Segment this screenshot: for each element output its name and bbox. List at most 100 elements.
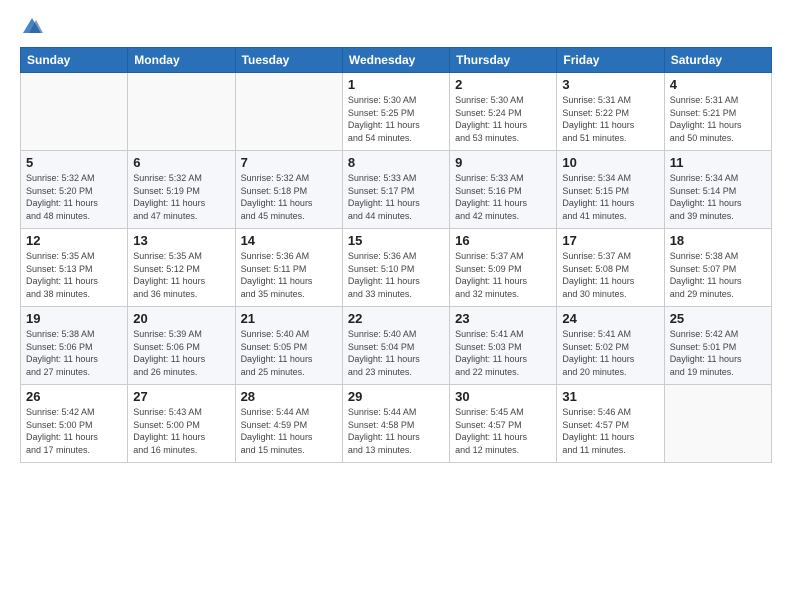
day-info: Sunrise: 5:44 AM Sunset: 4:59 PM Dayligh… bbox=[241, 406, 337, 456]
calendar-cell bbox=[235, 73, 342, 151]
calendar-body: 1Sunrise: 5:30 AM Sunset: 5:25 PM Daylig… bbox=[21, 73, 772, 463]
day-info: Sunrise: 5:35 AM Sunset: 5:13 PM Dayligh… bbox=[26, 250, 122, 300]
day-number: 2 bbox=[455, 77, 551, 92]
day-number: 31 bbox=[562, 389, 658, 404]
day-info: Sunrise: 5:33 AM Sunset: 5:16 PM Dayligh… bbox=[455, 172, 551, 222]
day-number: 15 bbox=[348, 233, 444, 248]
day-number: 13 bbox=[133, 233, 229, 248]
day-info: Sunrise: 5:41 AM Sunset: 5:02 PM Dayligh… bbox=[562, 328, 658, 378]
calendar-week-2: 12 Sunrise: 5:35 AM Sunset: 5:13 PM Dayli… bbox=[21, 229, 772, 307]
day-info: Sunrise: 5:31 AM Sunset: 5:21 PM Dayligh… bbox=[670, 94, 766, 144]
calendar-cell: 27 Sunrise: 5:43 AM Sunset: 5:00 PM Dayli… bbox=[128, 385, 235, 463]
day-info: Sunrise: 5:40 AM Sunset: 5:05 PM Dayligh… bbox=[241, 328, 337, 378]
day-header-sunday: Sunday bbox=[21, 48, 128, 73]
calendar-cell: 2 Sunrise: 5:30 AM Sunset: 5:24 PM Daylig… bbox=[450, 73, 557, 151]
day-number: 21 bbox=[241, 311, 337, 326]
calendar-cell: 9Sunrise: 5:33 AM Sunset: 5:16 PM Daylig… bbox=[450, 151, 557, 229]
day-number: 8 bbox=[348, 155, 444, 170]
day-number: 18 bbox=[670, 233, 766, 248]
calendar-cell: 6Sunrise: 5:32 AM Sunset: 5:19 PM Daylig… bbox=[128, 151, 235, 229]
day-info: Sunrise: 5:36 AM Sunset: 5:11 PM Dayligh… bbox=[241, 250, 337, 300]
day-number: 4 bbox=[670, 77, 766, 92]
calendar-cell: 19Sunrise: 5:38 AM Sunset: 5:06 PM Dayli… bbox=[21, 307, 128, 385]
day-number: 12 bbox=[26, 233, 122, 248]
calendar-cell: 25 Sunrise: 5:42 AM Sunset: 5:01 PM Dayli… bbox=[664, 307, 771, 385]
day-header-thursday: Thursday bbox=[450, 48, 557, 73]
day-number: 10 bbox=[562, 155, 658, 170]
calendar-cell: 21 Sunrise: 5:40 AM Sunset: 5:05 PM Dayli… bbox=[235, 307, 342, 385]
day-info: Sunrise: 5:33 AM Sunset: 5:17 PM Dayligh… bbox=[348, 172, 444, 222]
days-header-row: SundayMondayTuesdayWednesdayThursdayFrid… bbox=[21, 48, 772, 73]
day-number: 24 bbox=[562, 311, 658, 326]
calendar-cell: 8 Sunrise: 5:33 AM Sunset: 5:17 PM Daylig… bbox=[342, 151, 449, 229]
day-number: 7 bbox=[241, 155, 337, 170]
day-info: Sunrise: 5:42 AM Sunset: 5:00 PM Dayligh… bbox=[26, 406, 122, 456]
calendar-cell: 30 Sunrise: 5:45 AM Sunset: 4:57 PM Dayli… bbox=[450, 385, 557, 463]
calendar-cell: 23 Sunrise: 5:41 AM Sunset: 5:03 PM Dayli… bbox=[450, 307, 557, 385]
calendar-cell: 4 Sunrise: 5:31 AM Sunset: 5:21 PM Daylig… bbox=[664, 73, 771, 151]
header bbox=[20, 15, 772, 37]
day-info: Sunrise: 5:43 AM Sunset: 5:00 PM Dayligh… bbox=[133, 406, 229, 456]
calendar-cell: 28Sunrise: 5:44 AM Sunset: 4:59 PM Dayli… bbox=[235, 385, 342, 463]
day-info: Sunrise: 5:35 AM Sunset: 5:12 PM Dayligh… bbox=[133, 250, 229, 300]
day-header-wednesday: Wednesday bbox=[342, 48, 449, 73]
day-number: 3 bbox=[562, 77, 658, 92]
calendar-cell: 17Sunrise: 5:37 AM Sunset: 5:08 PM Dayli… bbox=[557, 229, 664, 307]
calendar-cell: 16 Sunrise: 5:37 AM Sunset: 5:09 PM Dayli… bbox=[450, 229, 557, 307]
day-number: 25 bbox=[670, 311, 766, 326]
day-info: Sunrise: 5:31 AM Sunset: 5:22 PM Dayligh… bbox=[562, 94, 658, 144]
day-number: 20 bbox=[133, 311, 229, 326]
day-info: Sunrise: 5:42 AM Sunset: 5:01 PM Dayligh… bbox=[670, 328, 766, 378]
day-info: Sunrise: 5:37 AM Sunset: 5:09 PM Dayligh… bbox=[455, 250, 551, 300]
day-info: Sunrise: 5:34 AM Sunset: 5:15 PM Dayligh… bbox=[562, 172, 658, 222]
day-number: 16 bbox=[455, 233, 551, 248]
day-number: 1 bbox=[348, 77, 444, 92]
calendar-cell: 3 Sunrise: 5:31 AM Sunset: 5:22 PM Daylig… bbox=[557, 73, 664, 151]
day-number: 30 bbox=[455, 389, 551, 404]
day-info: Sunrise: 5:30 AM Sunset: 5:24 PM Dayligh… bbox=[455, 94, 551, 144]
logo-icon bbox=[21, 15, 43, 37]
day-number: 27 bbox=[133, 389, 229, 404]
day-number: 11 bbox=[670, 155, 766, 170]
day-info: Sunrise: 5:38 AM Sunset: 5:06 PM Dayligh… bbox=[26, 328, 122, 378]
calendar-cell: 1Sunrise: 5:30 AM Sunset: 5:25 PM Daylig… bbox=[342, 73, 449, 151]
day-header-saturday: Saturday bbox=[664, 48, 771, 73]
calendar-cell bbox=[128, 73, 235, 151]
day-header-friday: Friday bbox=[557, 48, 664, 73]
calendar-table: SundayMondayTuesdayWednesdayThursdayFrid… bbox=[20, 47, 772, 463]
day-info: Sunrise: 5:44 AM Sunset: 4:58 PM Dayligh… bbox=[348, 406, 444, 456]
day-number: 17 bbox=[562, 233, 658, 248]
day-info: Sunrise: 5:32 AM Sunset: 5:20 PM Dayligh… bbox=[26, 172, 122, 222]
day-info: Sunrise: 5:40 AM Sunset: 5:04 PM Dayligh… bbox=[348, 328, 444, 378]
calendar-cell: 18 Sunrise: 5:38 AM Sunset: 5:07 PM Dayli… bbox=[664, 229, 771, 307]
calendar-cell: 11 Sunrise: 5:34 AM Sunset: 5:14 PM Dayli… bbox=[664, 151, 771, 229]
day-number: 6 bbox=[133, 155, 229, 170]
calendar-cell: 22Sunrise: 5:40 AM Sunset: 5:04 PM Dayli… bbox=[342, 307, 449, 385]
day-info: Sunrise: 5:36 AM Sunset: 5:10 PM Dayligh… bbox=[348, 250, 444, 300]
calendar-cell: 15 Sunrise: 5:36 AM Sunset: 5:10 PM Dayli… bbox=[342, 229, 449, 307]
calendar-week-3: 19Sunrise: 5:38 AM Sunset: 5:06 PM Dayli… bbox=[21, 307, 772, 385]
day-info: Sunrise: 5:45 AM Sunset: 4:57 PM Dayligh… bbox=[455, 406, 551, 456]
calendar-cell: 13 Sunrise: 5:35 AM Sunset: 5:12 PM Dayli… bbox=[128, 229, 235, 307]
day-number: 29 bbox=[348, 389, 444, 404]
day-number: 23 bbox=[455, 311, 551, 326]
calendar-cell: 31Sunrise: 5:46 AM Sunset: 4:57 PM Dayli… bbox=[557, 385, 664, 463]
day-info: Sunrise: 5:34 AM Sunset: 5:14 PM Dayligh… bbox=[670, 172, 766, 222]
calendar-cell: 29 Sunrise: 5:44 AM Sunset: 4:58 PM Dayli… bbox=[342, 385, 449, 463]
calendar-cell: 24 Sunrise: 5:41 AM Sunset: 5:02 PM Dayli… bbox=[557, 307, 664, 385]
day-info: Sunrise: 5:38 AM Sunset: 5:07 PM Dayligh… bbox=[670, 250, 766, 300]
calendar-cell: 14Sunrise: 5:36 AM Sunset: 5:11 PM Dayli… bbox=[235, 229, 342, 307]
calendar-cell: 12 Sunrise: 5:35 AM Sunset: 5:13 PM Dayli… bbox=[21, 229, 128, 307]
day-info: Sunrise: 5:41 AM Sunset: 5:03 PM Dayligh… bbox=[455, 328, 551, 378]
calendar-week-1: 5Sunrise: 5:32 AM Sunset: 5:20 PM Daylig… bbox=[21, 151, 772, 229]
calendar-cell: 10 Sunrise: 5:34 AM Sunset: 5:15 PM Dayli… bbox=[557, 151, 664, 229]
day-header-tuesday: Tuesday bbox=[235, 48, 342, 73]
day-number: 26 bbox=[26, 389, 122, 404]
calendar-week-4: 26 Sunrise: 5:42 AM Sunset: 5:00 PM Dayli… bbox=[21, 385, 772, 463]
calendar-cell: 7 Sunrise: 5:32 AM Sunset: 5:18 PM Daylig… bbox=[235, 151, 342, 229]
calendar-cell: 26 Sunrise: 5:42 AM Sunset: 5:00 PM Dayli… bbox=[21, 385, 128, 463]
day-info: Sunrise: 5:32 AM Sunset: 5:18 PM Dayligh… bbox=[241, 172, 337, 222]
calendar-cell bbox=[21, 73, 128, 151]
page-container: SundayMondayTuesdayWednesdayThursdayFrid… bbox=[0, 0, 792, 612]
logo bbox=[20, 15, 43, 37]
